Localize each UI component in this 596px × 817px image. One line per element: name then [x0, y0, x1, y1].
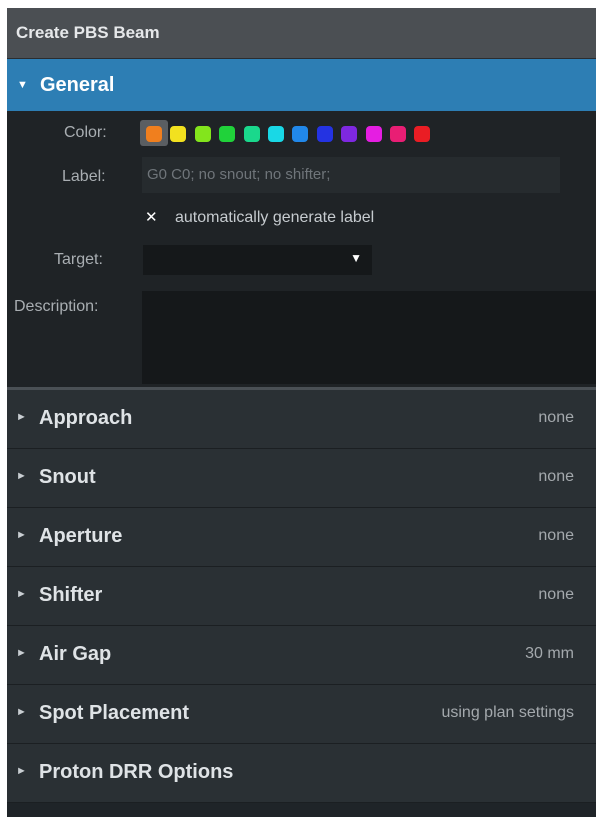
section-header-general[interactable]: ▼ General: [7, 59, 596, 111]
section-header-aperture[interactable]: ► Aperture none: [7, 508, 596, 567]
section-header-proton-drr-options[interactable]: ► Proton DRR Options: [7, 744, 596, 803]
collapsed-arrow-icon: ►: [16, 706, 27, 718]
section-title: Approach: [39, 407, 133, 429]
section-title: Spot Placement: [39, 702, 190, 724]
section-title: Shifter: [39, 584, 103, 606]
color-swatch[interactable]: [390, 126, 406, 142]
collapsed-arrow-icon: ►: [16, 647, 27, 659]
target-dropdown[interactable]: ▼: [143, 245, 372, 275]
section-value: none: [538, 586, 574, 603]
chevron-down-icon: ▼: [350, 251, 362, 265]
auto-label-text: automatically generate label: [175, 209, 375, 226]
color-swatch[interactable]: [243, 126, 260, 142]
target-label: Target:: [54, 251, 103, 268]
expanded-arrow-icon: ▼: [17, 79, 28, 91]
color-label: Color:: [64, 124, 107, 141]
collapsed-arrow-icon: ►: [16, 470, 27, 482]
panel-title: Create PBS Beam: [7, 8, 596, 59]
section-value: none: [538, 468, 574, 485]
section-title: Snout: [39, 466, 96, 488]
auto-label-checkbox[interactable]: ✕: [145, 208, 158, 226]
collapsed-arrow-icon: ►: [16, 411, 27, 423]
description-label: Description:: [14, 298, 99, 315]
section-title: Aperture: [39, 525, 123, 547]
section-title: Proton DRR Options: [39, 761, 234, 783]
description-textarea[interactable]: [142, 291, 596, 384]
section-header-approach[interactable]: ► Approach none: [7, 390, 596, 449]
color-swatch[interactable]: [194, 126, 211, 142]
section-header-shifter[interactable]: ► Shifter none: [7, 567, 596, 626]
section-value: none: [538, 527, 574, 544]
color-swatch[interactable]: [316, 126, 333, 142]
collapsed-arrow-icon: ►: [16, 765, 27, 777]
color-swatch[interactable]: [365, 126, 382, 142]
section-header-snout[interactable]: ► Snout none: [7, 449, 596, 508]
general-section-body: Color: Label: G0 C0; no snout; no shifte…: [7, 111, 596, 387]
color-swatch[interactable]: [219, 126, 236, 142]
section-value: none: [538, 409, 574, 426]
color-swatch[interactable]: [268, 126, 284, 142]
color-swatch[interactable]: [170, 126, 187, 142]
section-value: 30 mm: [525, 645, 574, 662]
collapsed-arrow-icon: ►: [16, 588, 27, 600]
label-input[interactable]: G0 C0; no snout; no shifter;: [142, 157, 560, 193]
color-swatch[interactable]: [292, 126, 309, 142]
color-swatch[interactable]: [341, 126, 358, 142]
create-pbs-beam-panel: Create PBS Beam ▼ General Color: Label: …: [7, 8, 596, 817]
section-title: Air Gap: [39, 643, 112, 665]
section-value: using plan settings: [441, 704, 574, 721]
section-header-air-gap[interactable]: ► Air Gap 30 mm: [7, 626, 596, 685]
section-header-spot-placement[interactable]: ► Spot Placement using plan settings: [7, 685, 596, 744]
color-swatch[interactable]: [414, 126, 431, 142]
color-swatch[interactable]: [146, 126, 162, 142]
collapsed-arrow-icon: ►: [16, 529, 27, 541]
section-title: General: [40, 74, 115, 96]
collapsed-sections: ► Approach none ► Snout none ► Aperture …: [7, 390, 596, 803]
label-label: Label:: [62, 168, 106, 185]
